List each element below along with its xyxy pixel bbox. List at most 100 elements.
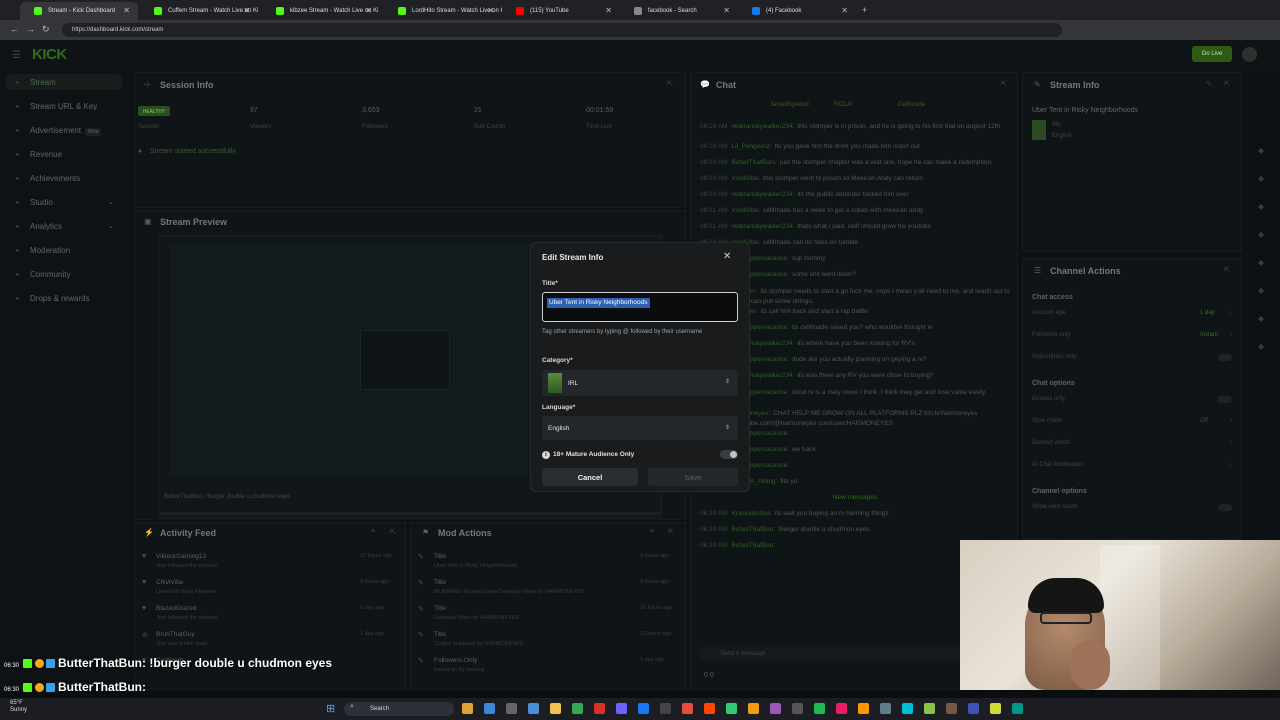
browser-tab[interactable]: (115) YouTube ✕ xyxy=(502,2,620,20)
taskbar-app-icon[interactable] xyxy=(946,703,957,714)
taskbar-app-icon[interactable] xyxy=(704,703,715,714)
taskbar-app-icon[interactable] xyxy=(484,703,495,714)
taskbar-app-icon[interactable] xyxy=(528,703,539,714)
tab-close-icon[interactable]: ✕ xyxy=(365,6,372,15)
new-tab-icon[interactable]: + xyxy=(862,5,867,15)
language-select[interactable]: English ⇕ xyxy=(542,416,738,440)
sidebar-item[interactable]: ▪ Studio ⌄ xyxy=(16,198,114,207)
sidebar-item[interactable]: ▪ Revenue xyxy=(16,150,62,159)
taskbar-app-icon[interactable] xyxy=(924,703,935,714)
popout-icon[interactable]: ⇱ xyxy=(667,80,673,88)
popout-icon[interactable]: ⇱ xyxy=(390,528,396,536)
kick-logo[interactable]: KICK xyxy=(32,46,67,63)
chevron-right-icon[interactable]: › xyxy=(1230,310,1232,316)
filter-icon[interactable]: ≡ xyxy=(650,528,654,535)
weather-widget[interactable]: 65°F Sunny xyxy=(10,700,27,714)
taskbar-app-icon[interactable] xyxy=(682,703,693,714)
setting-toggle[interactable] xyxy=(1218,354,1232,361)
sidebar-item[interactable]: ▪ Stream xyxy=(16,78,56,87)
browser-tab[interactable]: Cuffem Stream - Watch Live on Ki ✕ xyxy=(140,2,258,20)
taskbar-search[interactable]: Search xyxy=(344,702,454,716)
url-input[interactable]: https://dashboard.kick.com/stream xyxy=(62,23,1062,37)
chat-user[interactable]: VividVibe: xyxy=(731,207,760,214)
sidebar-item[interactable]: ▪ Community xyxy=(16,270,70,279)
setting-value[interactable]: Instant xyxy=(1200,332,1218,338)
link-icon[interactable]: ◆ xyxy=(1258,286,1264,295)
chevron-right-icon[interactable]: › xyxy=(1230,440,1232,446)
popout-icon[interactable]: ⇱ xyxy=(668,528,674,536)
chat-user[interactable]: Lil_Pengwinz: xyxy=(731,143,771,150)
sidebar-item[interactable]: ▪ Moderation xyxy=(16,246,70,255)
save-button[interactable]: Save xyxy=(648,468,738,486)
setting-value[interactable]: 1 day xyxy=(1200,310,1215,316)
taskbar-app-icon[interactable] xyxy=(616,703,627,714)
taskbar-app-icon[interactable] xyxy=(550,703,561,714)
taskbar-app-icon[interactable] xyxy=(770,703,781,714)
taskbar-app-icon[interactable] xyxy=(814,703,825,714)
sidebar-item[interactable]: ▪ Advertisement Beta xyxy=(16,126,102,136)
pencil-icon[interactable]: ✎ xyxy=(1206,80,1212,88)
chat-user[interactable]: veteranskywalker234: xyxy=(731,191,794,198)
users-icon[interactable]: ◆ xyxy=(1258,258,1264,267)
chat-bubble-icon[interactable]: ◆ xyxy=(1258,174,1264,183)
title-input-value[interactable]: Uber Tent in Risky Neighborhoods xyxy=(547,298,650,308)
menu-icon[interactable]: ☰ xyxy=(12,50,21,61)
browser-tab[interactable]: (4) Facebook ✕ xyxy=(738,2,856,20)
setting-toggle[interactable] xyxy=(1218,504,1232,511)
chat-user[interactable]: ButterThatBun: xyxy=(731,526,775,533)
sidebar-item[interactable]: ▪ Achievements xyxy=(16,174,80,183)
tab-close-icon[interactable]: ✕ xyxy=(605,6,612,15)
taskbar-app-icon[interactable] xyxy=(748,703,759,714)
shield-icon[interactable]: ◆ xyxy=(1258,230,1264,239)
avatar[interactable] xyxy=(1242,47,1257,62)
tab-close-icon[interactable]: ✕ xyxy=(123,6,130,15)
tab-close-icon[interactable]: ✕ xyxy=(723,6,730,15)
chat-user[interactable]: veteranskywalker234: xyxy=(731,123,794,130)
popout-icon[interactable]: ⇱ xyxy=(1224,80,1230,88)
taskbar-app-icon[interactable] xyxy=(638,703,649,714)
taskbar-app-icon[interactable] xyxy=(594,703,605,714)
taskbar-app-icon[interactable] xyxy=(462,703,473,714)
chat-user[interactable]: veteranskywalker234: xyxy=(731,223,794,230)
forward-icon[interactable]: → xyxy=(26,24,35,34)
browser-tab[interactable]: LordHito Stream - Watch Live on K ✕ xyxy=(384,2,502,20)
taskbar-app-icon[interactable] xyxy=(902,703,913,714)
category-select[interactable]: IRL ⇕ xyxy=(542,370,738,396)
taskbar-app-icon[interactable] xyxy=(990,703,1001,714)
tab-close-icon[interactable]: ✕ xyxy=(841,6,848,15)
tab-close-icon[interactable]: ✕ xyxy=(243,6,250,15)
close-icon[interactable]: ✕ xyxy=(723,251,731,262)
taskbar-app-icon[interactable] xyxy=(726,703,737,714)
taskbar-app-icon[interactable] xyxy=(858,703,869,714)
windows-start-icon[interactable]: ⊞ xyxy=(326,702,335,715)
preview-progress-bar[interactable] xyxy=(160,512,660,515)
mature-audience-toggle[interactable] xyxy=(720,450,738,459)
chevron-right-icon[interactable]: › xyxy=(1230,462,1232,468)
taskbar-app-icon[interactable] xyxy=(660,703,671,714)
browser-tab[interactable]: Stream - Kick Dashboard ✕ xyxy=(20,2,138,20)
taskbar-app-icon[interactable] xyxy=(792,703,803,714)
taskbar-app-icon[interactable] xyxy=(1012,703,1023,714)
tab-close-icon[interactable]: ✕ xyxy=(487,6,494,15)
reload-icon[interactable]: ↻ xyxy=(42,24,50,35)
setting-value[interactable]: Off xyxy=(1200,418,1208,424)
sidebar-item[interactable]: ▪ Stream URL & Key xyxy=(16,102,97,111)
cancel-button[interactable]: Cancel xyxy=(542,468,638,486)
go-live-button[interactable]: Go Live xyxy=(1192,46,1232,62)
filter-icon[interactable]: ≡ xyxy=(371,528,375,535)
browser-tab[interactable]: kibzee Stream - Watch Live on Ki ✕ xyxy=(262,2,380,20)
taskbar-app-icon[interactable] xyxy=(968,703,979,714)
taskbar-app-icon[interactable] xyxy=(506,703,517,714)
taskbar-app-icon[interactable] xyxy=(572,703,583,714)
taskbar-app-icon[interactable] xyxy=(836,703,847,714)
sidebar-item[interactable]: ▪ Analytics ⌄ xyxy=(16,222,114,231)
gear-icon[interactable]: ◆ xyxy=(1258,146,1264,155)
grid-icon[interactable]: ◆ xyxy=(1258,202,1264,211)
chat-user[interactable]: Krackalactica: xyxy=(731,510,771,517)
compass-icon[interactable]: ◆ xyxy=(1258,342,1264,351)
chat-user[interactable]: ButterThatBun: xyxy=(731,542,775,549)
sidebar-item[interactable]: ▪ Drops & rewards xyxy=(16,294,90,303)
wrench-icon[interactable]: ◆ xyxy=(1258,314,1264,323)
chevron-right-icon[interactable]: › xyxy=(1230,418,1232,424)
chat-user[interactable]: ButterThatBurs: xyxy=(731,159,777,166)
